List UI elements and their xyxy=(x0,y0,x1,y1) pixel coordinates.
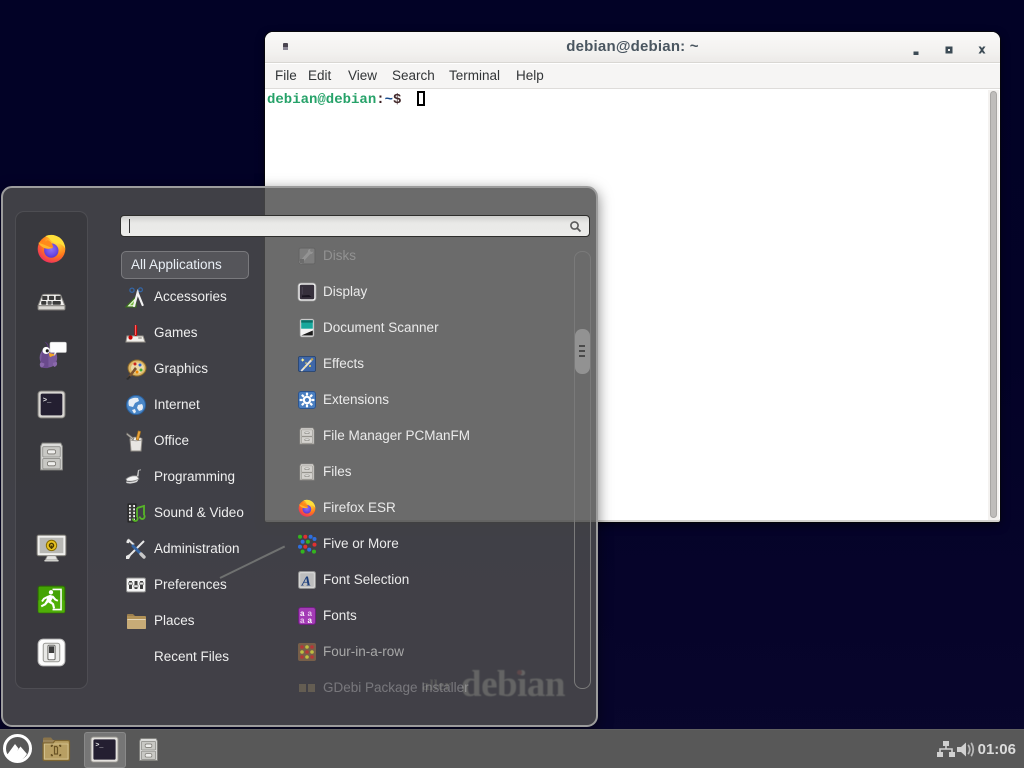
svg-text:a: a xyxy=(300,616,305,625)
svg-text:a: a xyxy=(308,616,313,625)
svg-text:>_: >_ xyxy=(43,397,52,405)
svg-text:>_: >_ xyxy=(95,742,104,750)
svg-text:A: A xyxy=(301,574,311,589)
